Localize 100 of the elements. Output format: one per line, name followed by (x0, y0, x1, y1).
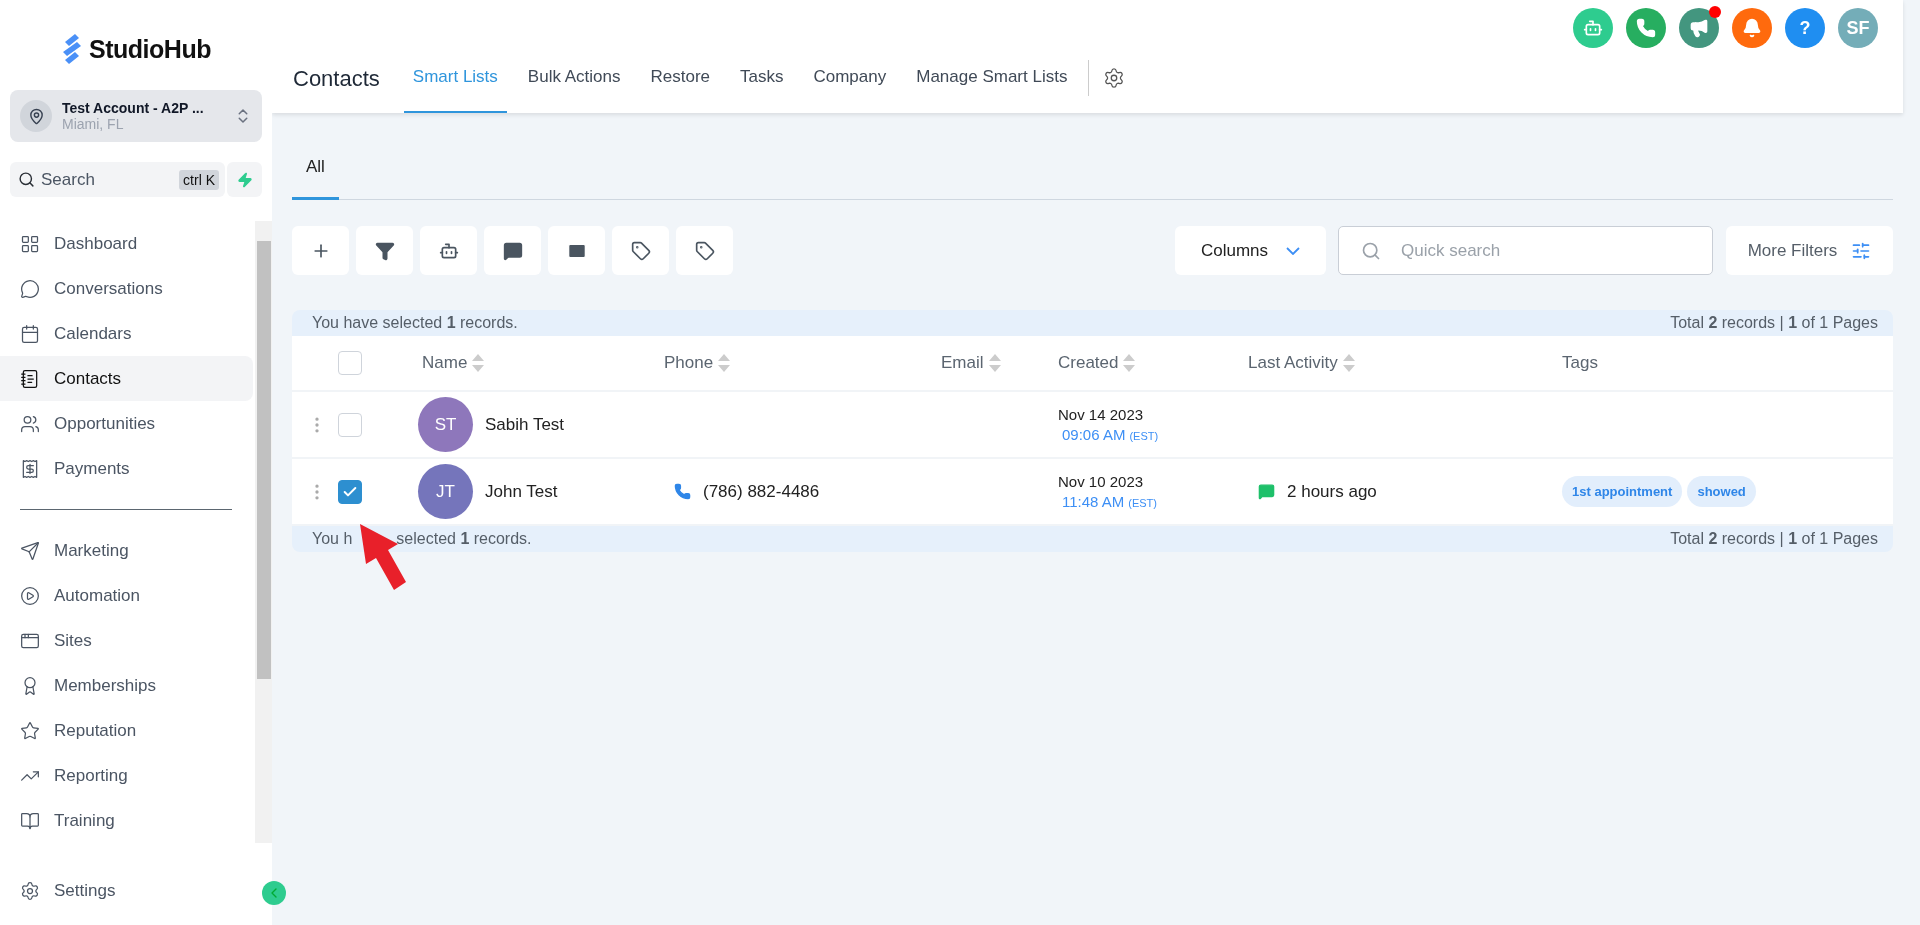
column-header[interactable]: Name (418, 353, 664, 373)
nav-item[interactable]: Automation (0, 573, 253, 618)
list-tab[interactable]: All (292, 157, 339, 200)
column-header[interactable]: Last Activity (1248, 353, 1562, 373)
bolt-icon (236, 171, 253, 188)
header-tab[interactable]: Tasks (731, 50, 793, 113)
nav-item[interactable]: Dashboard (0, 221, 253, 266)
toolbar-button[interactable] (676, 226, 733, 275)
column-header[interactable]: Tags (1562, 353, 1893, 373)
nav-item[interactable]: Sites (0, 618, 253, 663)
brand-logo: StudioHub (89, 34, 211, 64)
message-icon (502, 240, 523, 261)
created-date: Nov 10 2023 (1058, 473, 1145, 490)
phone-icon (1636, 18, 1656, 38)
nav-item[interactable]: Reputation (0, 708, 253, 753)
search-icon (18, 171, 35, 188)
collapse-button[interactable] (262, 881, 286, 905)
column-header[interactable]: Phone (664, 353, 941, 373)
row-checkbox[interactable] (338, 479, 362, 504)
location-icon (27, 107, 45, 125)
nav-icon (20, 233, 40, 254)
header-tab[interactable]: Bulk Actions (518, 50, 630, 113)
selection-count: You h (312, 530, 353, 548)
tag-chip: 1st appointment (1562, 476, 1683, 507)
nav-item[interactable]: Payments (0, 446, 253, 491)
selection-count: You have selected 1 records. (312, 314, 518, 332)
nav-item[interactable]: Contacts (0, 356, 253, 401)
sort-icon (717, 353, 732, 373)
bell-icon (1742, 18, 1762, 38)
nav-item[interactable]: Training (0, 798, 253, 843)
column-header[interactable]: Created (1058, 353, 1248, 373)
bot-icon (1583, 18, 1603, 38)
sliders-icon (1851, 240, 1872, 261)
nav-icon (20, 810, 40, 831)
columns-button[interactable]: Columns (1175, 226, 1326, 275)
nav-icon (20, 278, 40, 299)
nav-item[interactable]: Memberships (0, 663, 253, 708)
header-tab[interactable]: Manage Smart Lists (907, 50, 1077, 113)
quick-action-button[interactable] (227, 162, 262, 197)
account-location: Miami, FL (62, 116, 125, 132)
toolbar-button[interactable] (612, 226, 669, 275)
message-icon (1258, 483, 1275, 500)
chevron-down-icon (1286, 246, 1301, 255)
toolbar-button[interactable] (548, 226, 605, 275)
tag-chip: showed (1687, 476, 1756, 507)
nav-icon (20, 413, 40, 434)
toolbar-button[interactable] (356, 226, 413, 275)
nav-item[interactable]: Reporting (0, 753, 253, 798)
nav-item[interactable]: Opportunities (0, 401, 253, 446)
sort-icon (471, 353, 486, 373)
phone-number[interactable]: (786) 882-4486 (703, 481, 820, 502)
shortcut-badge: ctrl K (179, 169, 219, 190)
pagination-summary: Total 2 records | 1 of 1 Pages (1670, 530, 1878, 548)
quick-search-box[interactable]: Quick search (1338, 226, 1713, 275)
contact-name[interactable]: John Test (485, 481, 558, 502)
search-field[interactable]: Search ctrl K (10, 162, 225, 197)
header-tab[interactable]: Company (804, 50, 896, 113)
bell-button[interactable] (1732, 8, 1772, 48)
logo-icon (61, 34, 84, 64)
sort-icon (987, 353, 1002, 373)
nav-item[interactable]: Calendars (0, 311, 253, 356)
created-time: 11:48 AM (EST) (1061, 493, 1158, 510)
account-switcher[interactable]: Test Account - A2P ... Miami, FL (10, 90, 262, 142)
nav-item[interactable]: Marketing (0, 528, 253, 573)
contact-name[interactable]: Sabih Test (485, 414, 565, 435)
account-name: Test Account - A2P ... (62, 100, 205, 116)
page-title: Contacts (293, 65, 380, 93)
header-tab[interactable]: Restore (641, 50, 719, 113)
toolbar-button[interactable] (420, 226, 477, 275)
pagination-summary: Total 2 records | 1 of 1 Pages (1670, 314, 1878, 332)
contact-avatar: JT (418, 464, 473, 519)
column-header[interactable]: Email (941, 353, 1058, 373)
settings-icon (20, 880, 40, 901)
nav-item[interactable]: Settings (0, 868, 248, 913)
megaphone-button[interactable] (1679, 8, 1719, 48)
toolbar-button[interactable] (484, 226, 541, 275)
nav-item[interactable]: Conversations (0, 266, 253, 311)
nav-icon (20, 323, 40, 344)
settings-icon[interactable] (1103, 66, 1126, 89)
phone-icon (674, 483, 691, 500)
bot-button[interactable] (1573, 8, 1613, 48)
created-time: 09:06 AM (EST) (1061, 426, 1160, 443)
search-icon (1361, 240, 1381, 261)
quick-search-field[interactable]: Quick search (1399, 227, 1712, 274)
scrollbar[interactable] (255, 221, 272, 843)
contact-avatar: ST (418, 397, 473, 452)
created-date: Nov 14 2023 (1058, 406, 1145, 423)
phone-button[interactable] (1626, 8, 1666, 48)
sort-icon (1122, 353, 1137, 373)
more-filters-button[interactable]: More Filters (1726, 226, 1893, 275)
nav-icon (20, 585, 40, 606)
last-activity: 2 hours ago (1287, 481, 1377, 502)
megaphone-icon (1689, 18, 1709, 38)
nav-icon (20, 368, 40, 389)
sort-icon (1341, 353, 1356, 373)
nav-icon (20, 540, 40, 561)
nav-icon (20, 458, 40, 479)
nav-icon (20, 720, 40, 741)
select-all-checkbox[interactable] (338, 351, 362, 375)
selection-count: selected 1 records. (396, 530, 532, 548)
